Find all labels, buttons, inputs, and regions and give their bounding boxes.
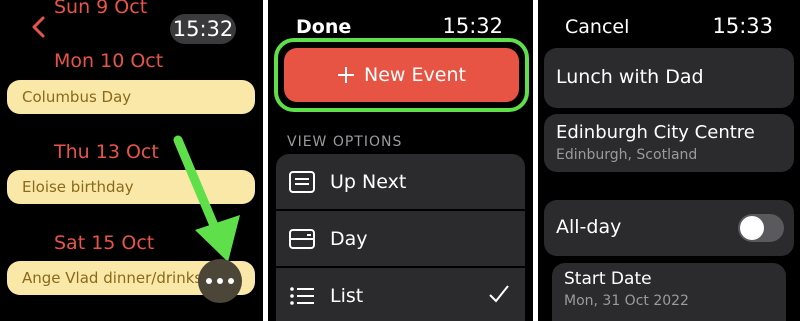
location-field[interactable]: Edinburgh City Centre Edinburgh, Scotlan… [544, 114, 794, 172]
date-heading: Sat 15 Oct [54, 232, 155, 254]
view-option-day[interactable]: Day [276, 211, 525, 266]
ellipsis-dot [228, 278, 234, 284]
all-day-toggle[interactable] [738, 214, 784, 242]
new-event-highlight: New Event [274, 38, 529, 112]
event-title-field[interactable]: Lunch with Dad [544, 48, 794, 108]
more-options-button[interactable] [198, 259, 242, 303]
done-button[interactable]: Done [296, 16, 351, 38]
view-option-label: Up Next [330, 170, 407, 193]
clock-time: 15:32 [170, 14, 236, 44]
new-event-label: New Event [364, 64, 466, 86]
clock-time: 15:33 [712, 14, 773, 38]
new-event-screen: Cancel 15:33 Lunch with Dad Edinburgh Ci… [538, 0, 800, 321]
view-option-label: Day [330, 227, 368, 250]
start-date-label: Start Date [564, 269, 652, 289]
view-option-up-next[interactable]: Up Next [276, 154, 525, 209]
toggle-knob [740, 216, 764, 240]
day-icon [289, 228, 315, 249]
event-title-value: Lunch with Dad [556, 66, 704, 88]
cancel-button[interactable]: Cancel [565, 16, 629, 38]
clock-time: 15:32 [442, 14, 503, 38]
section-header: VIEW OPTIONS [287, 134, 403, 150]
date-heading: Mon 10 Oct [54, 50, 164, 72]
calendar-list-screen: Sun 9 Oct 15:32 Mon 10 Oct Columbus Day … [0, 0, 263, 321]
start-date-field[interactable]: Start Date Mon, 31 Oct 2022 [552, 263, 786, 321]
plus-icon [338, 67, 355, 83]
view-option-list[interactable]: List [276, 268, 525, 321]
date-heading-partial: Sun 9 Oct [54, 0, 148, 18]
all-day-label: All-day [556, 216, 622, 238]
options-screen: Done 15:32 New Event VIEW OPTIONS Up Nex… [268, 0, 533, 321]
chevron-left-icon[interactable] [26, 14, 52, 40]
list-icon [290, 286, 314, 305]
ellipsis-icon [206, 278, 212, 284]
all-day-row: All-day [544, 200, 794, 256]
event-item[interactable]: Columbus Day [7, 80, 255, 114]
start-date-value: Mon, 31 Oct 2022 [564, 293, 689, 309]
checkmark-icon [489, 285, 509, 303]
up-next-icon [289, 170, 315, 193]
new-event-button[interactable]: New Event [284, 48, 519, 102]
location-detail: Edinburgh, Scotland [556, 147, 698, 163]
location-name: Edinburgh City Centre [556, 122, 755, 143]
view-option-label: List [330, 284, 364, 307]
ellipsis-dot [217, 278, 223, 284]
date-heading: Thu 13 Oct [54, 141, 159, 163]
pointer-arrow-icon [173, 135, 240, 262]
